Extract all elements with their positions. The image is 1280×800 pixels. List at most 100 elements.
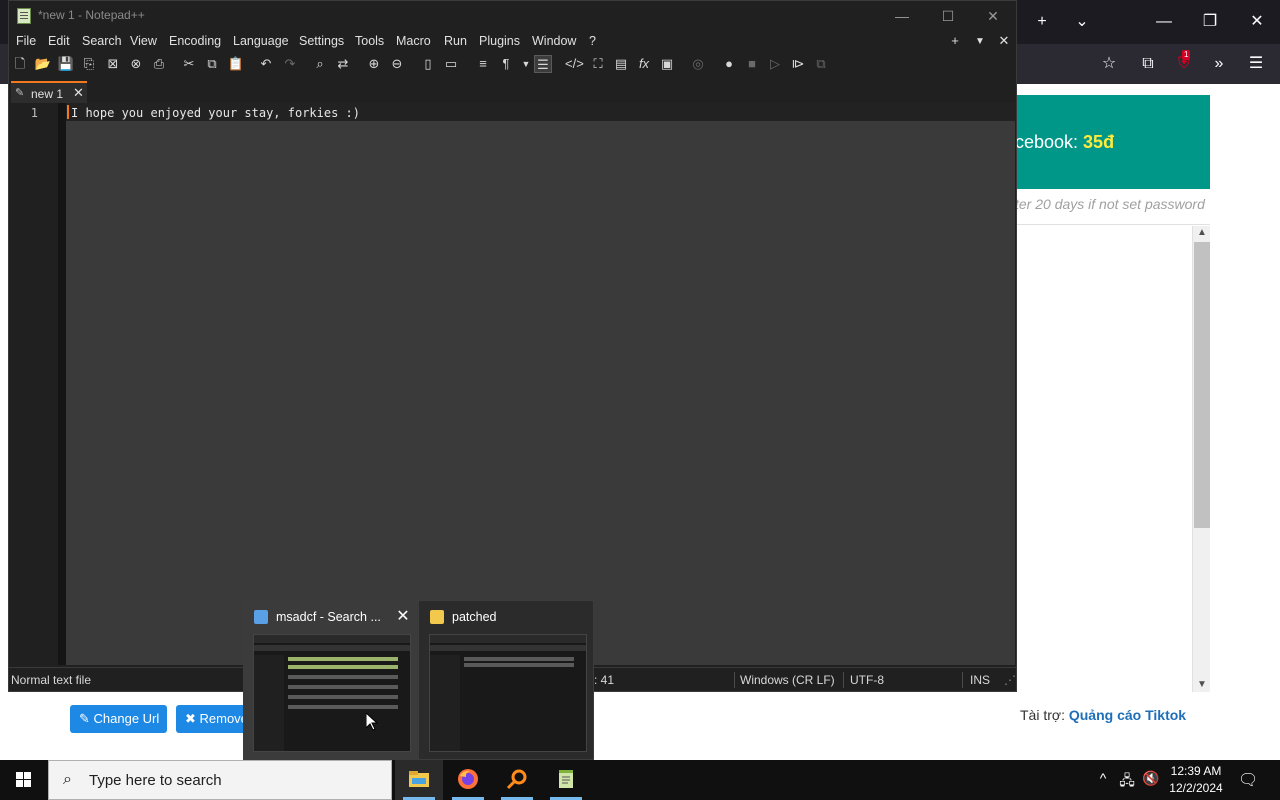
maximize-button[interactable]: ☐ — [925, 1, 971, 31]
notepad-plus-plus-icon — [559, 770, 573, 788]
browser-minimize-button[interactable]: — — [1144, 0, 1184, 44]
zoom-in-icon[interactable]: ⊕ — [365, 55, 383, 73]
menu-view[interactable]: View — [130, 34, 157, 48]
print-icon[interactable]: ⎙ — [150, 55, 168, 73]
menu-help[interactable]: ? — [589, 34, 596, 48]
tab-close-icon[interactable]: ✕ — [73, 85, 84, 101]
menu-settings[interactable]: Settings — [299, 34, 344, 48]
editor-area[interactable]: 1 I hope you enjoyed your stay, forkies … — [10, 103, 1015, 665]
editor-text[interactable]: I hope you enjoyed your stay, forkies :) — [71, 106, 360, 120]
menu-tools[interactable]: Tools — [355, 34, 384, 48]
content-panel — [1015, 224, 1210, 692]
sponsor-label: Tài trợ: — [1020, 707, 1069, 723]
show-hidden-icons-chevron-icon[interactable]: ^ — [1094, 770, 1112, 786]
thumbnail-close-icon[interactable]: ✕ — [392, 606, 414, 626]
monitoring-icon[interactable]: ◎ — [689, 55, 707, 73]
taskbar-notepad-plus-plus[interactable] — [542, 760, 590, 800]
doc-list-icon[interactable]: ▤ — [612, 55, 630, 73]
document-map-icon[interactable]: ⛶ — [589, 55, 607, 73]
chevron-down-icon[interactable]: ▼ — [517, 55, 535, 73]
resize-grip-icon[interactable]: ⋰ — [1004, 673, 1016, 687]
tab-new-1[interactable]: ✎ new 1 ✕ — [11, 81, 87, 103]
menu-macro[interactable]: Macro — [396, 34, 431, 48]
copy-icon[interactable]: ⧉ — [203, 55, 221, 73]
add-tab-button[interactable]: + — [947, 33, 963, 48]
new-file-icon[interactable]: 🗋 — [11, 55, 29, 73]
scrollbar-thumb[interactable] — [1194, 242, 1210, 528]
menu-encoding[interactable]: Encoding — [169, 34, 221, 48]
menu-window[interactable]: Window — [532, 34, 576, 48]
notepad-app-icon — [17, 8, 31, 24]
close-doc-button[interactable]: ✕ — [996, 33, 1012, 49]
status-divider — [734, 672, 735, 688]
menu-run[interactable]: Run — [444, 34, 467, 48]
record-macro-icon[interactable]: ● — [720, 55, 738, 73]
redo-icon[interactable]: ↷ — [281, 55, 299, 73]
replace-icon[interactable]: ⇄ — [334, 55, 352, 73]
word-wrap-icon[interactable]: ≡ — [474, 55, 492, 73]
thumbnail-msadcf[interactable]: msadcf - Search ... ✕ — [244, 601, 419, 761]
show-all-chars-icon[interactable]: ¶ — [497, 55, 515, 73]
volume-muted-icon[interactable]: 🔇 — [1142, 770, 1160, 787]
taskbar-file-explorer[interactable] — [395, 760, 443, 800]
mouse-cursor-icon — [366, 713, 378, 731]
indent-guide-icon[interactable]: ☰ — [534, 55, 552, 73]
menu-search[interactable]: Search — [82, 34, 122, 48]
clock-time[interactable]: 12:39 AM — [1168, 764, 1224, 778]
clock-date[interactable]: 12/2/2024 — [1168, 781, 1224, 795]
menu-edit[interactable]: Edit — [48, 34, 70, 48]
function-list-icon[interactable]: fx — [635, 55, 653, 73]
notifications-icon[interactable]: 🗨 — [1238, 770, 1258, 790]
menu-plugins[interactable]: Plugins — [479, 34, 520, 48]
list-tabs-button[interactable]: ⌄ — [1062, 0, 1102, 44]
minimize-button[interactable]: — — [879, 1, 925, 31]
taskbar-firefox[interactable] — [444, 760, 492, 800]
scroll-down-icon[interactable]: ▼ — [1193, 678, 1211, 692]
open-file-icon[interactable]: 📂 — [34, 55, 52, 73]
paste-icon[interactable]: 📋 — [227, 55, 245, 73]
taskbar-search-app[interactable] — [493, 760, 541, 800]
undo-icon[interactable]: ↶ — [257, 55, 275, 73]
save-all-icon[interactable]: ⎘ — [80, 55, 98, 73]
menu-file[interactable]: File — [16, 34, 36, 48]
thumbnail-patched[interactable]: patched — [420, 601, 595, 761]
scroll-up-icon[interactable]: ▲ — [1193, 226, 1211, 240]
browser-close-button[interactable]: ✕ — [1237, 0, 1277, 44]
save-macro-icon[interactable]: ⧉ — [812, 55, 830, 73]
remove-button[interactable]: ✖ Remove — [176, 705, 246, 733]
play-macro-icon[interactable]: ▷ — [766, 55, 784, 73]
fold-margin[interactable] — [58, 103, 66, 665]
close-all-icon[interactable]: ⊗ — [127, 55, 145, 73]
new-tab-button[interactable]: + — [1022, 0, 1062, 44]
content-scrollbar[interactable]: ▲ ▼ — [1192, 226, 1210, 692]
find-icon[interactable]: ⌕ — [311, 55, 329, 73]
tab-list-button[interactable]: ▼ — [972, 36, 988, 47]
npp-title-bar[interactable]: *new 1 - Notepad++ — ☐ ✕ — [9, 1, 1016, 31]
browser-restore-button[interactable]: ❐ — [1190, 0, 1230, 44]
sponsor-link[interactable]: Quảng cáo Tiktok — [1069, 707, 1186, 723]
start-button[interactable] — [0, 760, 48, 800]
extensions-icon[interactable]: ⧉ — [1136, 52, 1160, 76]
run-macro-multiple-icon[interactable]: ⧐ — [789, 55, 807, 73]
taskbar-search-box[interactable]: ⌕ Type here to search — [48, 760, 392, 800]
hamburger-menu-icon[interactable]: ☰ — [1244, 52, 1268, 76]
cut-icon[interactable]: ✂ — [180, 55, 198, 73]
folder-workspace-icon[interactable]: ▣ — [658, 55, 676, 73]
overflow-menu-icon[interactable]: » — [1207, 52, 1231, 76]
thumbnail-preview — [253, 634, 411, 752]
close-file-icon[interactable]: ⊠ — [104, 55, 122, 73]
sync-vertical-icon[interactable]: ▯ — [419, 55, 437, 73]
menu-language[interactable]: Language — [233, 34, 289, 48]
stop-macro-icon[interactable]: ■ — [743, 55, 761, 73]
search-icon: ⌕ — [63, 771, 72, 788]
close-button[interactable]: ✕ — [970, 1, 1016, 31]
network-icon[interactable]: 🖧 — [1118, 770, 1136, 794]
save-icon[interactable]: 💾 — [57, 55, 75, 73]
pencil-icon: ✎ — [15, 87, 25, 99]
xml-tag-icon[interactable]: </> — [565, 55, 584, 73]
zoom-out-icon[interactable]: ⊖ — [388, 55, 406, 73]
status-mode: INS — [970, 673, 991, 687]
sync-horizontal-icon[interactable]: ▭ — [442, 55, 460, 73]
bookmark-star-icon[interactable]: ☆ — [1097, 52, 1121, 76]
change-url-button[interactable]: ✎ Change Url — [70, 705, 167, 733]
